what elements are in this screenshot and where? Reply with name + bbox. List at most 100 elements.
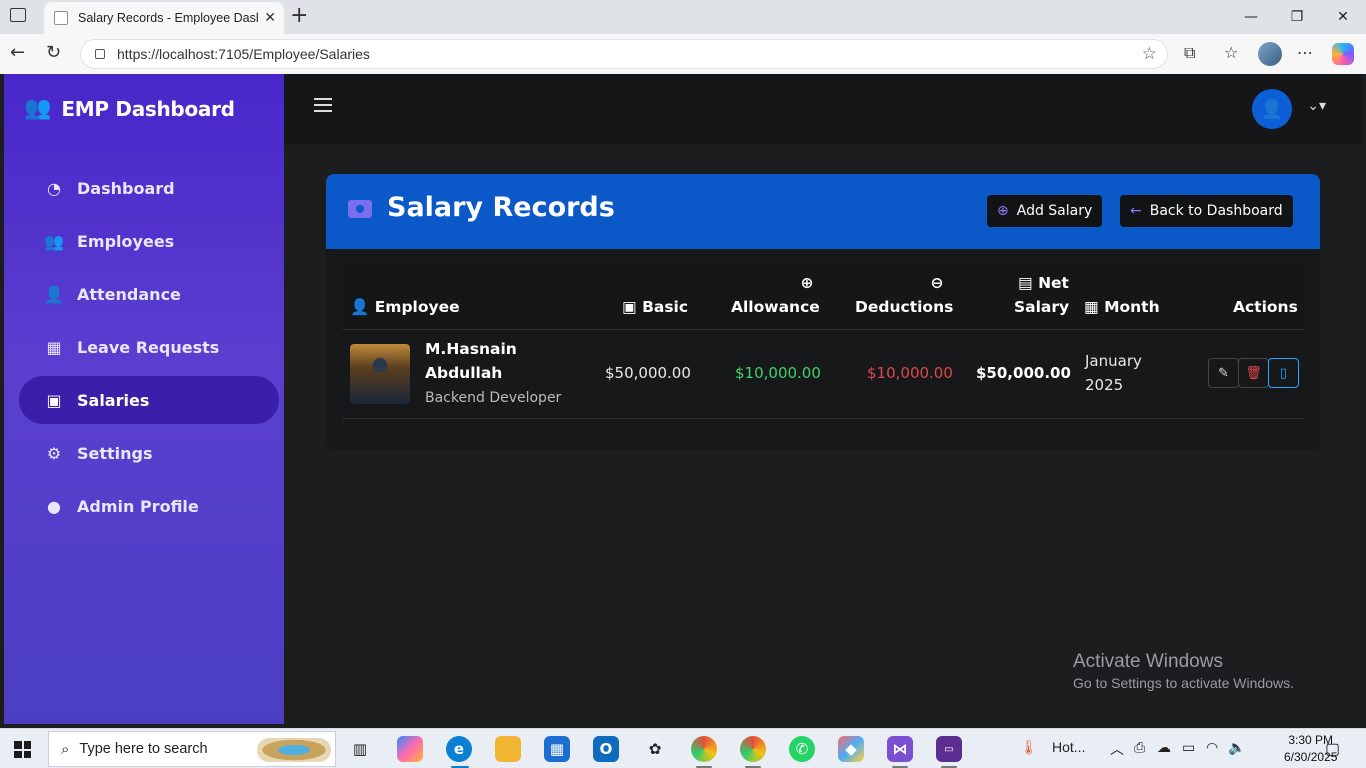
url-text: https://localhost:7105/Employee/Salaries [117,46,370,62]
edge-icon[interactable]: e [446,736,472,762]
search-icon: ⌕ [61,740,70,758]
minimize-icon[interactable]: — [1228,0,1274,34]
divider [342,418,1304,419]
sidebar-item-salaries[interactable]: ▣ Salaries [19,376,279,424]
notifications-icon[interactable]: ▢ [1325,739,1340,759]
sidebar-item-label: Leave Requests [77,337,220,357]
search-placeholder: Type here to search [79,741,208,757]
salary-records-card: Salary Records ⊕ Add Salary ← Back to Da… [326,174,1320,450]
sidebar-item-admin-profile[interactable]: ● Admin Profile [19,482,279,530]
terminal-icon[interactable]: ▭ [936,736,962,762]
page-favicon-icon [54,11,68,25]
column-header-deductions[interactable]: Deductions [855,298,953,316]
meet-icon[interactable]: ⎙ [1134,739,1145,756]
battery-icon[interactable]: ▭ [1182,739,1195,756]
copilot-icon[interactable] [1332,43,1354,65]
column-header-net-salary[interactable]: ▤ Net [1018,274,1069,292]
sidebar-item-dashboard[interactable]: ◔ Dashboard [19,164,279,212]
task-view-icon[interactable]: ▥ [347,736,373,762]
money-bill-icon [348,200,372,218]
close-window-icon[interactable]: ✕ [1320,0,1366,34]
card-header: Salary Records ⊕ Add Salary ← Back to Da… [326,174,1320,249]
refresh-icon[interactable]: ↻ [46,42,61,64]
add-salary-button[interactable]: ⊕ Add Salary [987,195,1103,227]
column-header-label: Net [1038,274,1069,292]
browser-tab-bar: Salary Records - Employee Dashb ✕ + — ❐ … [0,0,1366,34]
taskbar-search[interactable]: ⌕ Type here to search [48,731,336,767]
store-icon[interactable]: ▦ [544,736,570,762]
sidebar-item-leave-requests[interactable]: ▦ Leave Requests [19,323,279,371]
back-to-dashboard-button[interactable]: ← Back to Dashboard [1120,195,1293,227]
search-highlight-image [257,738,331,762]
browser-tab[interactable]: Salary Records - Employee Dashb ✕ [44,2,284,34]
onedrive-icon[interactable]: ☁ [1157,739,1171,756]
allowance-cell: $10,000.00 [735,364,821,382]
brand[interactable]: 👥 EMP Dashboard [24,96,235,121]
whatsapp-icon[interactable]: ✆ [789,736,815,762]
file-explorer-icon[interactable] [495,736,521,762]
column-header-basic[interactable]: ▣ Basic [622,298,688,316]
sidebar-item-attendance[interactable]: 👤 Attendance [19,270,279,318]
column-header-allowance[interactable]: Allowance [731,298,820,316]
favorite-star-icon[interactable]: ☆ [1142,44,1157,64]
tab-title: Salary Records - Employee Dashb [78,11,259,25]
chrome-profile-icon[interactable] [740,736,766,762]
more-options-icon[interactable]: ⋯ [1297,43,1313,62]
sidebar-item-employees[interactable]: 👥 Employees [19,217,279,265]
visual-studio-icon[interactable]: ⋈ [887,736,913,762]
user-circle-icon: ● [47,496,61,516]
extensions-icon[interactable]: ⧉ [1184,43,1195,63]
weather-text[interactable]: Hot... [1052,739,1085,755]
user-avatar-button[interactable]: 👤 [1252,89,1292,129]
month-cell-line1: January [1085,352,1142,370]
plus-circle-icon: ⊕ [997,203,1009,219]
volume-icon[interactable]: 🔈 [1228,739,1245,756]
file-icon: ▯ [1279,365,1288,381]
sidebar: 👥 EMP Dashboard ◔ Dashboard 👥 Employees … [4,74,284,724]
weather-icon[interactable]: 🌡 [1020,739,1038,756]
sidebar-item-label: Attendance [77,284,181,304]
close-tab-icon[interactable]: ✕ [264,10,276,26]
chevron-down-icon[interactable]: ⌄▾ [1307,98,1326,114]
sidebar-item-label: Admin Profile [77,496,199,516]
calendar-check-icon: ▦ [46,337,62,357]
wifi-icon[interactable]: ◠ [1206,739,1218,756]
column-header-month[interactable]: ▦ Month [1084,298,1160,316]
money-bill-icon: ▣ [622,298,637,316]
outlook-icon[interactable]: O [593,736,619,762]
watermark-line1: Activate Windows [1073,651,1223,672]
month-cell-line2: 2025 [1085,376,1124,394]
menu-toggle-icon[interactable] [314,98,332,112]
basic-cell: $50,000.00 [605,364,691,382]
app-window: 👥 EMP Dashboard ◔ Dashboard 👥 Employees … [4,74,1362,724]
chrome-icon[interactable] [691,736,717,762]
favorites-icon[interactable]: ☆ [1224,43,1238,62]
new-tab-icon[interactable]: + [290,4,308,28]
payslip-button[interactable]: ▯ [1268,358,1299,388]
edit-button[interactable]: ✎ [1208,358,1239,388]
chatgpt-icon[interactable]: ✿ [642,736,668,762]
tab-actions-icon[interactable] [10,8,26,22]
start-button[interactable] [14,741,31,758]
browser-profile-avatar[interactable] [1258,42,1282,66]
divider [342,329,1304,330]
gear-icon: ⚙ [46,443,62,463]
copilot-taskbar-icon[interactable] [397,736,423,762]
restore-icon[interactable]: ❐ [1274,0,1320,34]
back-icon[interactable]: ← [10,42,25,64]
sidebar-item-settings[interactable]: ⚙ Settings [19,429,279,477]
gauge-icon: ◔ [47,178,61,198]
employee-role: Backend Developer [425,390,562,406]
users-icon: 👥 [44,231,64,251]
employee-photo [350,344,410,404]
user-icon: 👤 [350,298,370,316]
show-hidden-icons-icon[interactable]: ︿ [1110,739,1124,759]
column-header-employee[interactable]: 👤 Employee [350,298,460,316]
url-field[interactable]: https://localhost:7105/Employee/Salaries… [80,39,1168,69]
calendar-icon: ▦ [1084,298,1099,316]
brand-title: EMP Dashboard [61,96,235,121]
column-header-label: Month [1104,298,1160,316]
delete-button[interactable]: 🗑 [1238,358,1269,388]
trash-icon: 🗑 [1245,365,1262,381]
git-icon[interactable]: ◆ [838,736,864,762]
